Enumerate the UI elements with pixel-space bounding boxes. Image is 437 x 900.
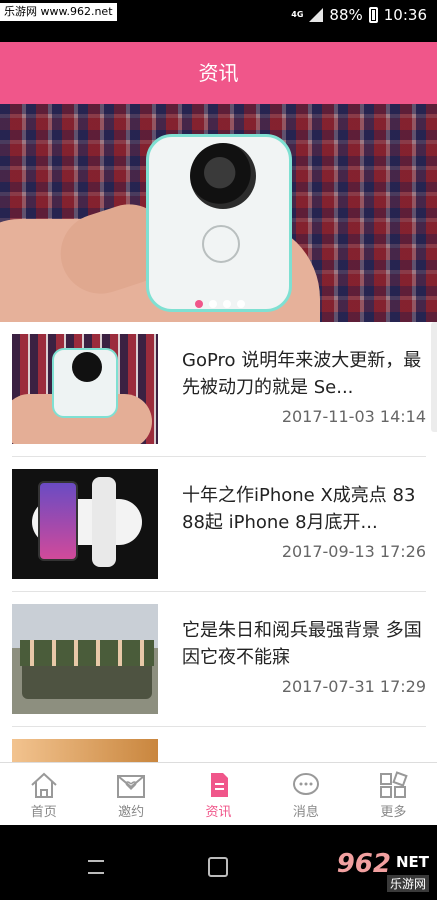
status-icons: 4G 88% 10:36 [291, 6, 427, 24]
home-icon [29, 771, 59, 799]
news-thumbnail [12, 739, 158, 762]
news-thumbnail [12, 469, 158, 579]
back-icon[interactable] [88, 860, 104, 874]
thumbnail-phone [38, 481, 78, 561]
news-title[interactable]: GoPro 说明年来波大更新，最先被动刀的就是 Se... [182, 347, 422, 401]
news-item[interactable]: 十年之作iPhone X成亮点 8388起 iPhone 8月底开... 201… [12, 457, 426, 592]
signal-icon [309, 8, 324, 22]
watermark-number: 962 [336, 849, 391, 879]
thumbnail-camera [52, 348, 118, 418]
carousel-dots [195, 300, 245, 308]
watermark-site: 乐游网 [386, 875, 429, 892]
carousel-dot[interactable] [209, 300, 217, 308]
bottom-tab-bar: 首页 邀约 资讯 消息 更多 [0, 762, 437, 825]
tab-news[interactable]: 资讯 [175, 763, 262, 825]
news-thumbnail [12, 334, 158, 444]
banner-camera-image [146, 134, 292, 312]
news-item[interactable]: GoPro 说明年来波大更新，最先被动刀的就是 Se... 2017-11-03… [12, 322, 426, 457]
tab-label: 资讯 [205, 805, 232, 820]
thumbnail-watch [92, 477, 116, 567]
tab-invite[interactable]: 邀约 [87, 763, 174, 825]
invite-icon [116, 771, 146, 799]
news-item[interactable]: 它是朱日和阅兵最强背景 多国因它夜不能寐 2017-07-31 17:29 [12, 592, 426, 727]
carousel-dot[interactable] [195, 300, 203, 308]
network-type: 4G [291, 10, 304, 19]
news-date: 2017-09-13 17:26 [281, 542, 426, 561]
news-title[interactable]: 它是朱日和阅兵最强背景 多国因它夜不能寐 [182, 617, 422, 671]
tab-home[interactable]: 首页 [0, 763, 87, 825]
news-thumbnail [12, 604, 158, 714]
watermark-net: NET [395, 853, 429, 871]
tab-label: 邀约 [118, 805, 145, 820]
camera-lens [190, 143, 256, 209]
carousel-dot[interactable] [237, 300, 245, 308]
news-title[interactable] [182, 752, 422, 762]
news-date: 2017-07-31 17:29 [281, 677, 426, 696]
status-bar: 乐游网 www.962.net 4G 88% 10:36 [0, 0, 437, 42]
page-title: 资讯 [0, 42, 437, 104]
system-nav-bar: 962 NET 乐游网 [0, 825, 437, 900]
message-icon [291, 771, 321, 799]
more-icon [378, 771, 409, 799]
camera-shutter [202, 225, 240, 263]
banner-carousel[interactable] [0, 104, 437, 322]
battery-percent: 88% [329, 6, 363, 24]
recent-apps-icon[interactable] [208, 857, 228, 877]
scrollbar[interactable] [431, 322, 437, 432]
tab-label: 首页 [30, 805, 57, 820]
tab-label: 消息 [292, 805, 319, 820]
site-tag: 乐游网 www.962.net [0, 3, 117, 21]
tab-messages[interactable]: 消息 [262, 763, 349, 825]
thumbnail-soldiers [20, 640, 154, 666]
carousel-dot[interactable] [223, 300, 231, 308]
news-title[interactable]: 十年之作iPhone X成亮点 8388起 iPhone 8月底开... [182, 482, 422, 536]
battery-icon [368, 7, 378, 23]
news-list[interactable]: GoPro 说明年来波大更新，最先被动刀的就是 Se... 2017-11-03… [0, 322, 437, 762]
tab-label: 更多 [380, 805, 407, 820]
news-icon [204, 771, 234, 799]
thumbnail-lens [72, 352, 102, 382]
tab-more[interactable]: 更多 [350, 763, 437, 825]
clock: 10:36 [383, 6, 427, 24]
news-item[interactable] [12, 727, 426, 762]
watermark-logo: 962 NET 乐游网 [305, 849, 431, 895]
news-date: 2017-11-03 14:14 [281, 407, 426, 426]
